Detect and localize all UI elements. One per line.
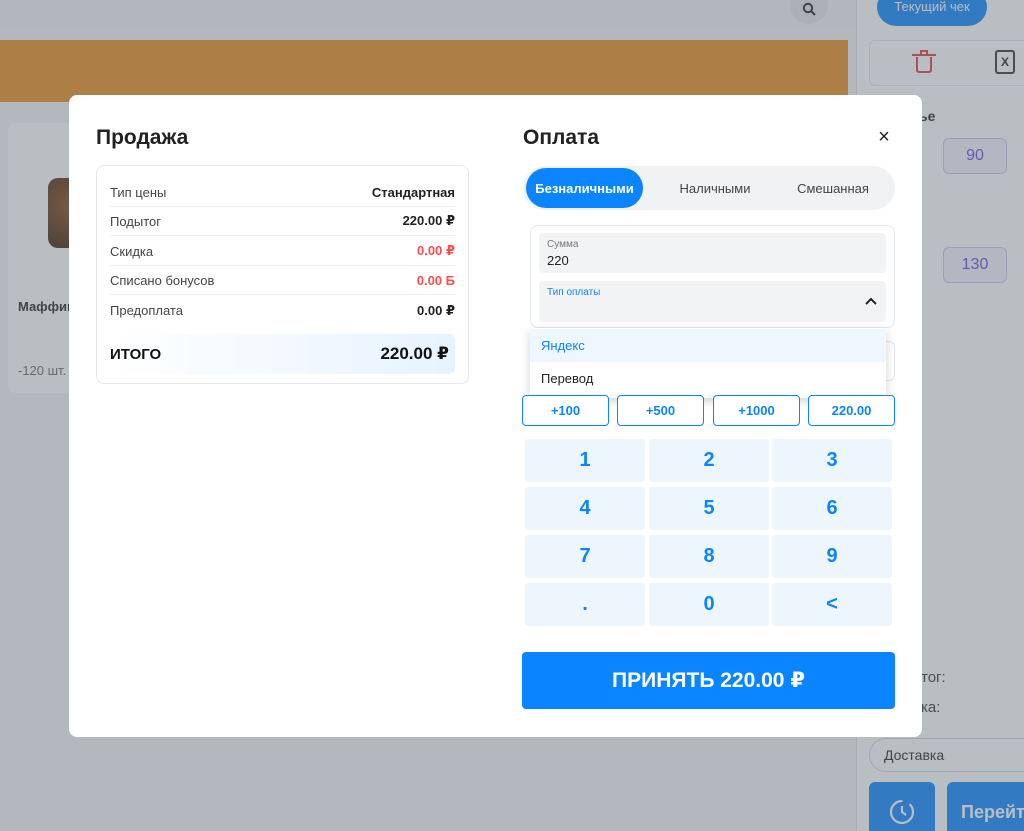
amount-input[interactable]: 220 xyxy=(547,253,569,268)
sale-summary: Тип цены Стандартная Подытог 220.00 ₽ Ск… xyxy=(96,165,469,384)
tab-mixed[interactable]: Смешанная xyxy=(774,168,892,208)
row-value: 0.00 ₽ xyxy=(417,243,455,258)
row-label: Тип цены xyxy=(110,184,167,200)
payment-type-select[interactable]: Тип оплаты xyxy=(539,281,886,322)
quick-amount-1000[interactable]: +1000 xyxy=(713,395,800,426)
amount-label: Сумма xyxy=(547,239,579,250)
key-backspace[interactable]: < xyxy=(772,583,892,626)
key-1[interactable]: 1 xyxy=(525,439,645,482)
payment-fields: Сумма 220 Тип оплаты xyxy=(530,225,895,328)
key-3[interactable]: 3 xyxy=(772,439,892,482)
row-label: Подытог xyxy=(110,213,161,229)
sale-title: Продажа xyxy=(96,126,189,149)
key-7[interactable]: 7 xyxy=(525,535,645,578)
key-5[interactable]: 5 xyxy=(649,487,769,530)
quick-amount-100[interactable]: +100 xyxy=(522,395,609,426)
payment-modal: Продажа Тип цены Стандартная Подытог 220… xyxy=(69,95,922,737)
key-0[interactable]: 0 xyxy=(649,583,769,626)
total-value: 220.00 ₽ xyxy=(380,344,449,363)
accept-payment-button[interactable]: ПРИНЯТЬ 220.00 ₽ xyxy=(522,652,895,709)
chevron-up-icon[interactable] xyxy=(864,294,878,308)
key-4[interactable]: 4 xyxy=(525,487,645,530)
row-value: 0.00 Б xyxy=(416,272,455,288)
row-label: Скидка xyxy=(110,243,154,259)
payment-type-label: Тип оплаты xyxy=(547,287,601,298)
key-dot[interactable]: . xyxy=(525,583,645,626)
tab-cashless[interactable]: Безналичными xyxy=(526,168,643,208)
payment-method-tabs: Безналичными Наличными Смешанная xyxy=(523,166,895,210)
payment-type-dropdown: Яндекс Перевод xyxy=(530,328,886,398)
row-value: 220.00 ₽ xyxy=(402,213,455,228)
total-row: ИТОГО 220.00 ₽ xyxy=(110,334,455,374)
key-9[interactable]: 9 xyxy=(772,535,892,578)
payment-title: Оплата xyxy=(523,126,600,149)
summary-row-bonuses: Списано бонусов 0.00 Б xyxy=(110,266,455,295)
close-icon[interactable]: × xyxy=(869,122,899,152)
summary-row-price-type: Тип цены Стандартная xyxy=(110,178,455,207)
amount-field[interactable]: Сумма 220 xyxy=(539,233,886,273)
row-value: 0.00 ₽ xyxy=(417,302,455,318)
row-label: Предоплата xyxy=(110,303,183,318)
summary-row-discount: Скидка 0.00 ₽ xyxy=(110,237,455,266)
quick-amount-500[interactable]: +500 xyxy=(617,395,704,426)
summary-row-prepayment: Предоплата 0.00 ₽ xyxy=(110,296,455,325)
key-6[interactable]: 6 xyxy=(772,487,892,530)
tab-cash[interactable]: Наличными xyxy=(656,168,774,208)
row-label: Списано бонусов xyxy=(110,272,215,288)
row-value: Стандартная xyxy=(371,184,455,200)
total-label: ИТОГО xyxy=(110,345,162,363)
key-2[interactable]: 2 xyxy=(649,439,769,482)
option-yandex[interactable]: Яндекс xyxy=(530,329,886,362)
quick-amount-exact[interactable]: 220.00 xyxy=(808,395,895,426)
key-8[interactable]: 8 xyxy=(649,535,769,578)
summary-row-subtotal: Подытог 220.00 ₽ xyxy=(110,207,455,236)
option-transfer[interactable]: Перевод xyxy=(530,362,886,395)
